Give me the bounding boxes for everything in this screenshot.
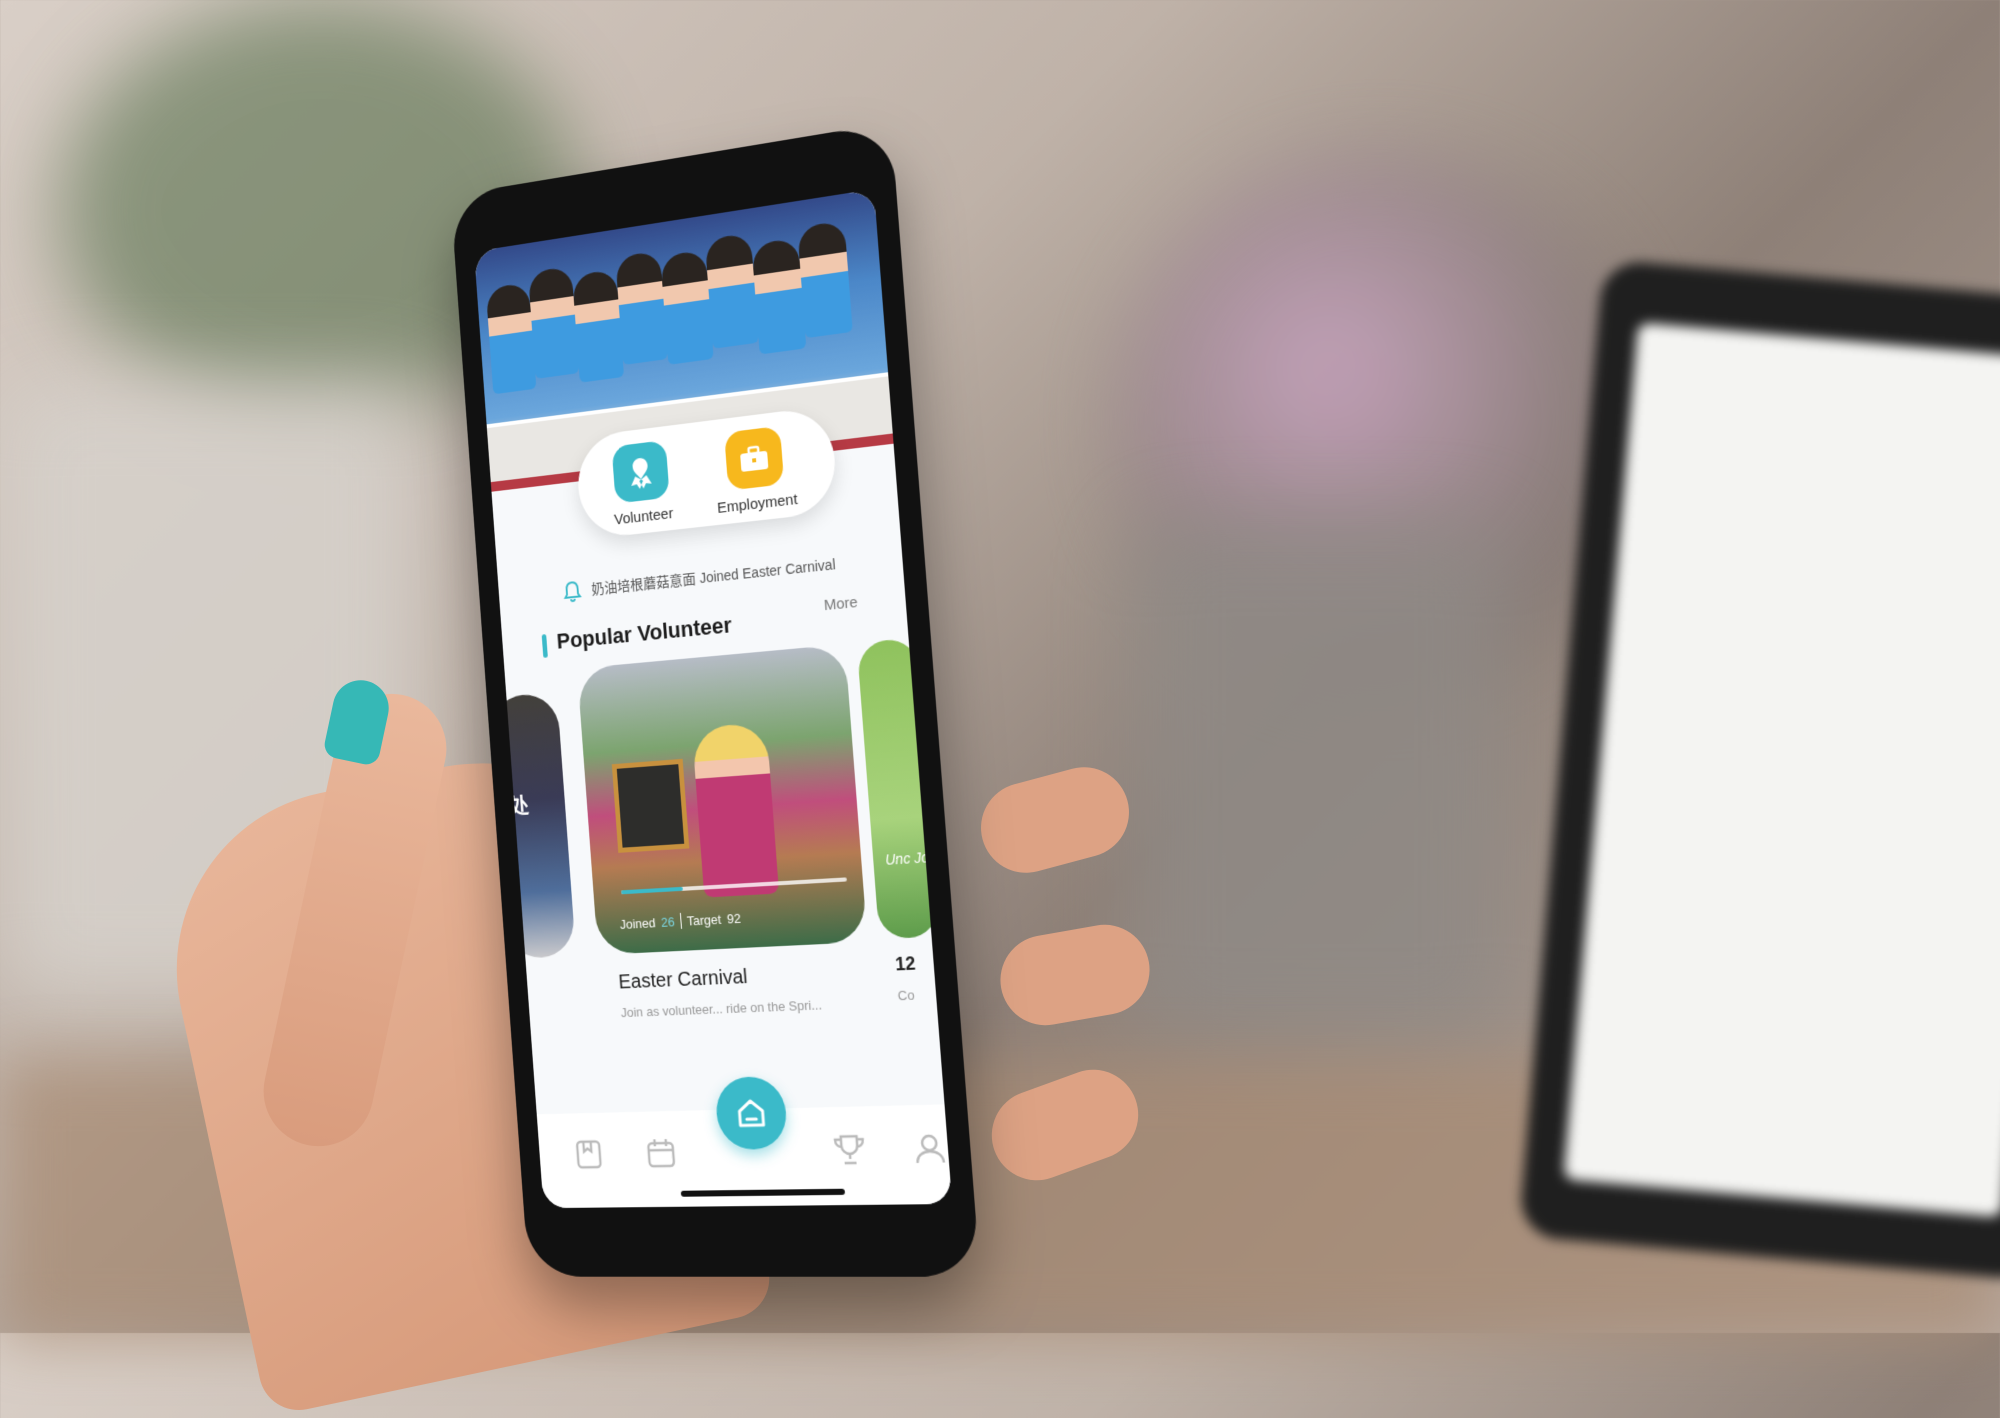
- bookmark-tab[interactable]: [569, 1134, 609, 1174]
- chalkboard-image: [612, 759, 690, 853]
- calendar-icon: [645, 1137, 677, 1169]
- notice-text: 奶油培根蘑菇意面 Joined Easter Carnival: [591, 554, 836, 599]
- app-screen: Volunteer Employment 奶油培根蘑菇意面 Joined Eas…: [474, 189, 952, 1208]
- profile-tab[interactable]: [908, 1127, 952, 1169]
- person-icon: [912, 1131, 947, 1165]
- divider: [680, 913, 682, 929]
- home-indicator: [681, 1189, 845, 1197]
- volunteer-button[interactable]: Volunteer: [609, 440, 674, 529]
- child-image: [692, 722, 779, 898]
- next-event-count: 12: [895, 953, 917, 976]
- bottom-tab-bar: [537, 1104, 952, 1208]
- volunteer-card-next[interactable]: Unc Joi: [857, 637, 940, 939]
- joined-count: 26: [661, 914, 676, 930]
- background-vase: [1130, 520, 1510, 1040]
- activity-notice[interactable]: 奶油培根蘑菇意面 Joined Easter Carnival: [561, 553, 836, 603]
- home-icon: [734, 1096, 769, 1131]
- employment-button[interactable]: Employment: [712, 424, 799, 517]
- joined-target-row: Joined 26 Target 92: [619, 910, 741, 932]
- target-count: 92: [726, 910, 741, 926]
- volunteer-card-easter-carnival[interactable]: Joined 26 Target 92: [577, 644, 868, 955]
- trophy-icon: [832, 1133, 868, 1166]
- progress-fill: [621, 887, 683, 894]
- home-tab[interactable]: [714, 1076, 789, 1150]
- next-event-subtitle: Co: [897, 987, 915, 1003]
- trophy-tab[interactable]: [828, 1129, 871, 1171]
- finger: [971, 757, 1139, 883]
- calendar-tab[interactable]: [641, 1133, 681, 1173]
- bell-icon: [561, 579, 583, 603]
- phone-device: Volunteer Employment 奶油培根蘑菇意面 Joined Eas…: [450, 122, 980, 1276]
- target-label: Target: [686, 911, 721, 928]
- briefcase-icon: [724, 426, 784, 491]
- employment-label: Employment: [717, 491, 799, 517]
- ribbon-icon: [611, 440, 669, 504]
- joined-label: Joined: [619, 915, 656, 932]
- event-title[interactable]: Easter Carnival: [618, 966, 748, 995]
- card-overlay-text: 处: [508, 788, 530, 820]
- card-overlay-text: Unc Joi: [885, 849, 933, 868]
- background-monitor: [1518, 259, 2000, 1281]
- more-link[interactable]: More: [823, 594, 858, 615]
- section-title: Popular Volunteer: [556, 612, 733, 654]
- section-accent-bar: [542, 634, 548, 658]
- bookmark-icon: [574, 1138, 604, 1170]
- volunteer-label: Volunteer: [614, 505, 674, 528]
- event-description: Join as volunteer... ride on the Spri...: [620, 995, 871, 1020]
